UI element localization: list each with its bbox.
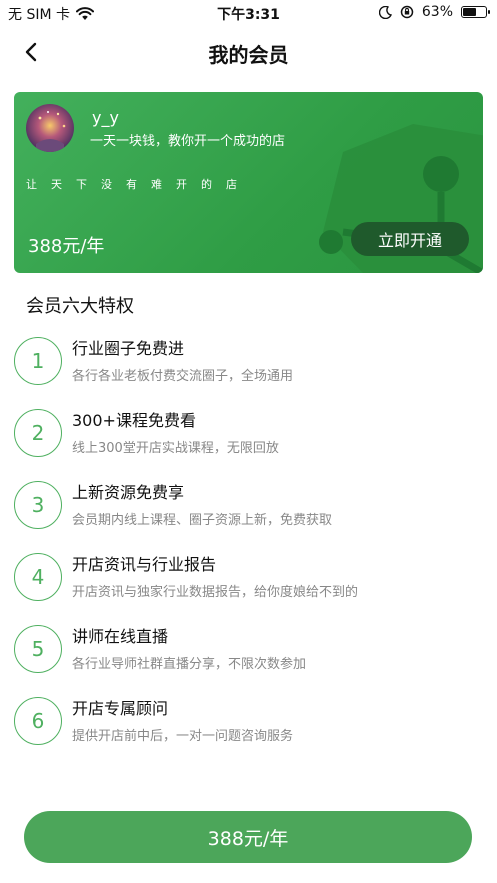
nav-bar: 我的会员	[0, 30, 497, 74]
moon-icon	[378, 5, 392, 19]
orientation-lock-icon	[400, 5, 414, 19]
privilege-number: 3	[14, 481, 62, 529]
privilege-number: 6	[14, 697, 62, 745]
battery-percent: 63%	[421, 4, 453, 20]
privilege-desc: 各行业导师社群直播分享，不限次数参加	[72, 657, 307, 672]
membership-slogan: 一天一块钱，教你开一个成功的店	[90, 134, 286, 149]
privilege-desc: 会员期内线上课程、圈子资源上新，免费获取	[72, 513, 333, 528]
privilege-number: 5	[14, 625, 62, 673]
privilege-title: 上新资源免费享	[72, 483, 185, 502]
avatar[interactable]	[26, 104, 74, 152]
privilege-item[interactable]: 5 讲师在线直播 各行业导师社群直播分享，不限次数参加	[14, 623, 484, 683]
membership-tagline: 让天下没有难开的店	[26, 178, 251, 191]
privilege-title: 300+课程免费看	[72, 411, 196, 430]
privilege-title: 行业圈子免费进	[72, 339, 185, 358]
battery-icon	[461, 6, 490, 18]
privilege-number: 4	[14, 553, 62, 601]
privileges-title: 会员六大特权	[26, 296, 134, 317]
privilege-desc: 提供开店前中后，一对一问题咨询服务	[72, 729, 294, 744]
membership-card: y_y 一天一块钱，教你开一个成功的店 让天下没有难开的店 388元/年 立即开…	[14, 92, 483, 273]
privilege-item[interactable]: 1 行业圈子免费进 各行各业老板付费交流圈子，全场通用	[14, 335, 484, 395]
privilege-desc: 开店资讯与独家行业数据报告，给你度娘给不到的	[72, 585, 359, 600]
privilege-title: 讲师在线直播	[72, 627, 169, 646]
username: y_y	[92, 108, 119, 127]
privilege-number: 2	[14, 409, 62, 457]
privilege-number: 1	[14, 337, 62, 385]
privilege-item[interactable]: 6 开店专属顾问 提供开店前中后，一对一问题咨询服务	[14, 695, 484, 755]
purchase-button[interactable]: 388元/年	[24, 811, 472, 863]
membership-price: 388元/年	[28, 236, 105, 257]
privilege-desc: 线上300堂开店实战课程，无限回放	[72, 441, 279, 456]
privilege-item[interactable]: 4 开店资讯与行业报告 开店资讯与独家行业数据报告，给你度娘给不到的	[14, 551, 484, 611]
privilege-desc: 各行各业老板付费交流圈子，全场通用	[72, 369, 294, 384]
privilege-item[interactable]: 3 上新资源免费享 会员期内线上课程、圈子资源上新，免费获取	[14, 479, 484, 539]
open-membership-button[interactable]: 立即开通	[351, 222, 469, 256]
privilege-title: 开店资讯与行业报告	[72, 555, 217, 574]
privilege-item[interactable]: 2 300+课程免费看 线上300堂开店实战课程，无限回放	[14, 407, 484, 467]
status-bar: 无 SIM 卡 下午3:31 63%	[0, 0, 497, 26]
page-title: 我的会员	[208, 43, 289, 67]
privilege-title: 开店专属顾问	[72, 699, 169, 718]
